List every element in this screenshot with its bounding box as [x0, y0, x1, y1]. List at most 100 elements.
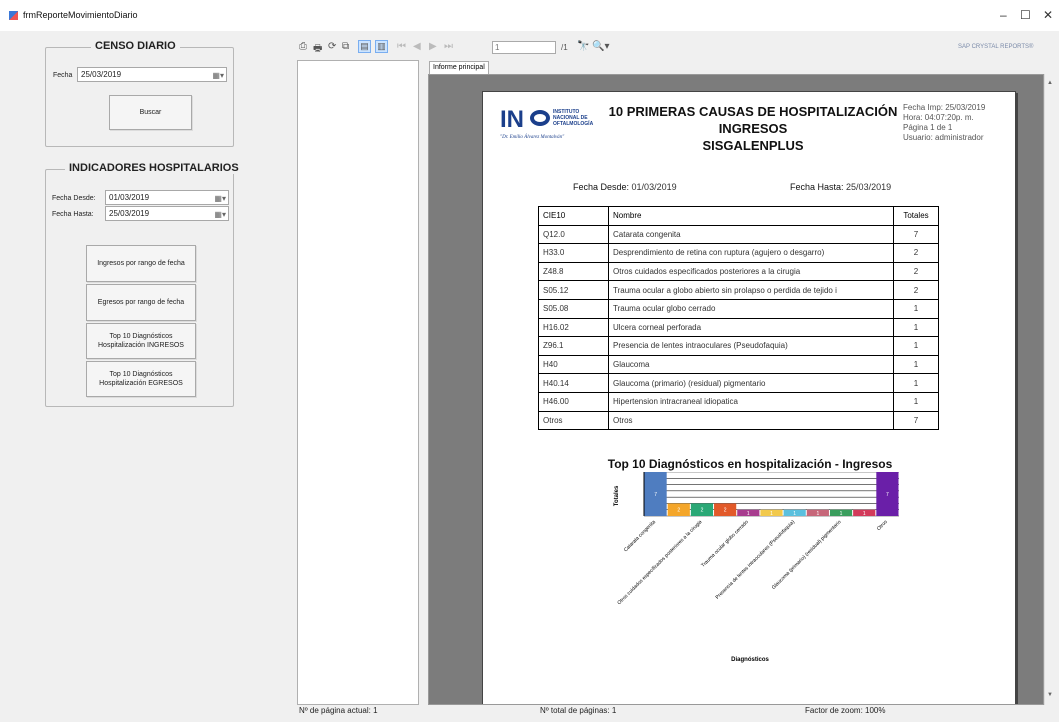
cell-nombre: Glaucoma [608, 354, 894, 375]
cell-nombre: Presencia de lentes intraoculares (Pseud… [608, 336, 894, 356]
table-row: H16.02 Ulcera corneal perforada 1 [538, 317, 939, 338]
diagnosis-table: CIE10 Nombre Totales Q12.0 Catarata conge… [538, 206, 939, 431]
fecha-value: 25/03/2019 [81, 70, 122, 79]
table-row: H33.0 Desprendimiento de retina con ruptu… [538, 243, 939, 263]
report-subtitle: INGRESOS [718, 121, 788, 136]
chart-xlabel: Diagnósticos [731, 657, 769, 663]
bar-data-label: 7 [654, 492, 657, 498]
cell-nombre: Otros cuidados especificados posteriores… [608, 261, 894, 282]
cell-cie10: H40.14 [538, 373, 609, 393]
calendar-dropdown-icon[interactable]: ▦▾ [214, 192, 226, 205]
app-icon [9, 11, 18, 20]
last-page-icon[interactable]: ⏭ [444, 41, 453, 52]
report-title: 10 PRIMERAS CAUSAS DE HOSPITALIZACIÓN [608, 104, 898, 119]
window-title: frmReporteMovimientoDiario [23, 10, 138, 20]
logo-line3: OFTALMOLOGÍA [553, 121, 594, 127]
print-date: Fecha Imp: 25/03/2019 [903, 103, 986, 112]
cell-cie10: S05.12 [538, 280, 609, 300]
fecha-hasta-label: Fecha Hasta: [52, 211, 94, 218]
fecha-datepicker[interactable]: 25/03/2019 ▦▾ [77, 67, 227, 82]
x-tick-label: Catarata congenita [623, 519, 657, 553]
fecha-desde-datepicker[interactable]: 01/03/2019 ▦▾ [105, 190, 229, 205]
logo-letters: IN [500, 106, 524, 133]
table-row: Q12.0 Catarata congenita 7 [538, 224, 939, 245]
indicadores-legend: INDICADORES HOSPITALARIOS [65, 162, 243, 174]
table-row: H40 Glaucoma 1 [538, 354, 939, 375]
bar-data-label: 1 [793, 511, 796, 517]
print-time: Hora: 04:07:20p. m. [903, 113, 974, 122]
cell-total: 7 [893, 410, 939, 431]
find-icon[interactable]: 🔭 [577, 41, 589, 52]
top10-ingresos-button[interactable]: Top 10 Diagnósticos Hospitalización INGR… [86, 323, 196, 359]
egresos-rango-button[interactable]: Egresos por rango de fecha [86, 284, 196, 321]
fecha-hasta-datepicker[interactable]: 25/03/2019 ▦▾ [105, 206, 229, 221]
crystal-reports-brand: SAP CRYSTAL REPORTS® [958, 44, 1034, 50]
chart-title: Top 10 Diagnósticos en hospitalización -… [607, 457, 893, 471]
logo-tagline: "Dr. Emilio Álvarez Montalván" [500, 135, 565, 140]
hasta-label: Fecha Hasta: [790, 182, 844, 192]
bar-data-label: 1 [816, 511, 819, 517]
cell-nombre: Catarata congenita [608, 224, 894, 245]
report-meta: Fecha Imp: 25/03/2019 Hora: 04:07:20p. m… [903, 103, 985, 143]
table-row: Z48.8 Otros cuidados especificados poster… [538, 261, 939, 282]
cell-cie10: H40 [538, 354, 609, 375]
calendar-dropdown-icon[interactable]: ▦▾ [214, 208, 226, 221]
copy-icon[interactable]: ⧉ [342, 41, 349, 52]
table-row: S05.08 Trauma ocular globo cerrado 1 [538, 298, 939, 319]
x-tick-label: Otros [876, 519, 889, 532]
cell-cie10: Z96.1 [538, 336, 609, 356]
eye-logo-icon [530, 110, 550, 126]
table-row: Z96.1 Presencia de lentes intraoculares (… [538, 336, 939, 356]
cell-cie10: Z48.8 [538, 261, 609, 282]
export-icon[interactable]: ⎙ [299, 41, 307, 52]
first-page-icon[interactable]: ⏮ [397, 41, 406, 52]
zoom-icon[interactable]: 🔍▾ [592, 41, 609, 52]
fecha-hasta-value: 25/03/2019 [109, 209, 150, 218]
scroll-up-icon[interactable]: ▲ [1047, 80, 1053, 86]
desde-value: 01/03/2019 [631, 182, 677, 192]
cell-nombre: Hipertension intracraneal idiopatica [608, 391, 894, 412]
page-number-input[interactable]: 1 [492, 41, 556, 54]
fecha-desde-label: Fecha Desde: [52, 195, 96, 202]
tab-informe-principal[interactable]: Informe principal [429, 61, 489, 74]
user-info: Usuario: administrador [903, 133, 984, 142]
ingresos-rango-button[interactable]: Ingresos por rango de fecha [86, 245, 196, 282]
cell-cie10: Otros [538, 410, 609, 431]
toggle-parameter-panel-icon[interactable]: ▥ [375, 40, 388, 53]
top10-egresos-button[interactable]: Top 10 Diagnósticos Hospitalización EGRE… [86, 361, 196, 397]
group-tree-panel[interactable] [297, 60, 419, 705]
bar-data-label: 1 [840, 511, 843, 517]
table-row: H46.00 Hipertension intracraneal idiopati… [538, 391, 939, 412]
refresh-icon[interactable]: ⟳ [328, 41, 336, 52]
x-tick-label: Trauma ocular globo cerrado [700, 519, 750, 569]
table-row: H40.14 Glaucoma (primario) (residual) pig… [538, 373, 939, 393]
bar-data-label: 7 [886, 492, 889, 498]
status-current-page: Nº de página actual: 1 [299, 706, 378, 715]
scroll-down-icon[interactable]: ▼ [1047, 692, 1053, 698]
toggle-group-tree-icon[interactable]: ▤ [358, 40, 371, 53]
x-tick-label: Otros cuidados especificados posteriores… [616, 519, 703, 606]
cell-nombre: Otros [608, 410, 894, 431]
buscar-button[interactable]: Buscar [109, 95, 192, 130]
fecha-label: Fecha [53, 72, 73, 79]
x-tick-label: Presencia de lentes intraoculares (Pseud… [715, 519, 797, 601]
next-page-icon[interactable]: ▶ [429, 41, 437, 52]
cell-total: 1 [893, 298, 939, 319]
chart-ylabel: Totales [614, 485, 620, 506]
print-icon[interactable]: 🖶 [313, 41, 322, 58]
prev-page-icon[interactable]: ◀ [413, 41, 421, 52]
maximize-button[interactable]: ☐ [1020, 8, 1031, 22]
cell-total: 1 [893, 373, 939, 393]
fecha-desde-value: 01/03/2019 [109, 193, 150, 202]
cell-cie10: H16.02 [538, 317, 609, 338]
cell-nombre: Desprendimiento de retina con ruptura (a… [608, 243, 894, 263]
calendar-dropdown-icon[interactable]: ▦▾ [212, 69, 224, 82]
report-viewer[interactable]: IN INSTITUTO NACIONAL DE OFTALMOLOGÍA "D… [428, 74, 1044, 705]
cell-nombre: Trauma ocular globo cerrado [608, 298, 894, 319]
close-button[interactable]: ✕ [1043, 8, 1053, 22]
cell-cie10: Q12.0 [538, 224, 609, 245]
minimize-button[interactable]: – [1000, 8, 1007, 22]
status-zoom: Factor de zoom: 100% [805, 706, 886, 715]
vertical-scrollbar[interactable]: ▲ ▼ [1044, 74, 1056, 705]
table-row: S05.12 Trauma ocular a globo abierto sin … [538, 280, 939, 300]
